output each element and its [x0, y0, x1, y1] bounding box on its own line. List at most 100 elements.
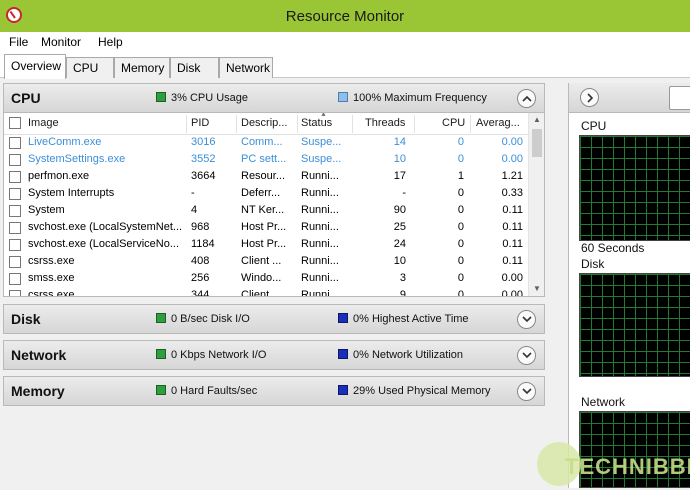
scroll-down-arrow-icon[interactable]: ▼: [533, 284, 541, 293]
cpu-section-header[interactable]: CPU 3% CPU Usage 100% Maximum Frequency: [3, 83, 545, 113]
process-row[interactable]: csrss.exe 344 Client ... Runni... 9 0 0.00: [4, 288, 530, 296]
tab-cpu[interactable]: CPU: [66, 57, 114, 78]
col-cpu[interactable]: CPU: [442, 117, 465, 129]
select-all-checkbox[interactable]: [9, 117, 21, 129]
process-row[interactable]: System Interrupts - Deferr... Runni... - 0 0.3…: [4, 186, 530, 203]
cpu-frequency-text: 100% Maximum Frequency: [353, 92, 487, 104]
graph-pane: CPU 60 Seconds Disk Network: [568, 83, 690, 488]
cell-cpu: 0: [457, 221, 464, 233]
cell-threads: -: [402, 187, 406, 199]
process-checkbox[interactable]: [9, 205, 21, 217]
cell-cpu: 0: [457, 255, 464, 267]
menu-file[interactable]: File: [9, 35, 28, 49]
tab-overview[interactable]: Overview: [4, 54, 66, 79]
col-image[interactable]: Image: [28, 117, 59, 129]
network-utilization-stat: 0% Network Utilization: [338, 349, 463, 361]
memory-section-title: Memory: [11, 383, 65, 399]
physical-memory-text: 29% Used Physical Memory: [353, 385, 491, 397]
network-section-header[interactable]: Network 0 Kbps Network I/O 0% Network Ut…: [3, 340, 545, 370]
disk-active-time-text: 0% Highest Active Time: [353, 313, 469, 325]
col-threads[interactable]: Threads: [365, 117, 405, 129]
cell-cpu: 1: [457, 170, 464, 182]
cell-status: Runni...: [301, 170, 339, 182]
hard-faults-text: 0 Hard Faults/sec: [171, 385, 258, 397]
sort-ascending-icon: ▲: [320, 113, 327, 118]
col-average[interactable]: Averag...: [476, 117, 520, 129]
cell-description: NT Ker...: [241, 204, 285, 216]
process-row[interactable]: System 4 NT Ker... Runni... 90 0 0.11: [4, 203, 530, 220]
cell-image: System Interrupts: [28, 187, 115, 199]
disk-activity-graph: [579, 273, 690, 377]
technibble-watermark-logo: TECHNIBBLE: [535, 440, 690, 490]
tab-network[interactable]: Network: [219, 57, 273, 78]
cell-image: smss.exe: [28, 272, 75, 284]
column-divider[interactable]: [352, 115, 353, 133]
process-row[interactable]: svchost.exe (LocalSystemNet... 968 Host Pr…: [4, 220, 530, 237]
green-indicator-icon: [156, 92, 166, 102]
cell-image: System: [28, 204, 65, 216]
process-row[interactable]: svchost.exe (LocalServiceNo... 1184 Host P…: [4, 237, 530, 254]
col-description[interactable]: Descrip...: [241, 117, 287, 129]
tab-disk[interactable]: Disk: [170, 57, 219, 78]
disk-graph-label: Disk: [581, 257, 605, 271]
blue-indicator-icon: [338, 313, 348, 323]
process-checkbox[interactable]: [9, 273, 21, 285]
process-checkbox[interactable]: [9, 290, 21, 296]
cell-description: Host Pr...: [241, 221, 287, 233]
process-row[interactable]: perfmon.exe 3664 Resour... Runni... 17 1 1.21: [4, 169, 530, 186]
cell-threads: 17: [393, 170, 406, 182]
process-row[interactable]: csrss.exe 408 Client ... Runni... 10 0 0.11: [4, 254, 530, 271]
column-divider[interactable]: [470, 115, 471, 133]
disk-section-header[interactable]: Disk 0 B/sec Disk I/O 0% Highest Active …: [3, 304, 545, 334]
process-row[interactable]: LiveComm.exe 3016 Comm... Suspe... 14 0 0.00: [4, 135, 530, 152]
cpu-table-scrollbar[interactable]: ▲ ▼: [528, 113, 544, 296]
cell-average: 0.33: [501, 187, 523, 199]
process-row[interactable]: SystemSettings.exe 3552 PC sett... Suspe...…: [4, 152, 530, 169]
cpu-usage-text: 3% CPU Usage: [171, 92, 249, 104]
hard-faults-stat: 0 Hard Faults/sec: [156, 385, 257, 397]
memory-expand-chevron-down-icon[interactable]: [517, 382, 536, 401]
network-section-title: Network: [11, 347, 67, 363]
cell-threads: 10: [393, 255, 406, 267]
cpu-collapse-chevron-up-icon[interactable]: [517, 89, 536, 108]
collapse-graph-pane-arrow-icon[interactable]: [580, 88, 599, 107]
overview-left-pane: CPU 3% CPU Usage 100% Maximum Frequency …: [3, 83, 545, 488]
cpu-usage-stat: 3% CPU Usage: [156, 92, 248, 104]
memory-section-header[interactable]: Memory 0 Hard Faults/sec 29% Used Physic…: [3, 376, 545, 406]
process-checkbox[interactable]: [9, 188, 21, 200]
scroll-thumb[interactable]: [532, 129, 542, 157]
column-divider[interactable]: [236, 115, 237, 133]
process-checkbox[interactable]: [9, 137, 21, 149]
cell-threads: 25: [393, 221, 406, 233]
cell-description: Windo...: [241, 272, 282, 284]
cell-pid: 1184: [191, 238, 215, 250]
col-pid[interactable]: PID: [191, 117, 209, 129]
process-checkbox[interactable]: [9, 154, 21, 166]
green-indicator-icon: [156, 313, 166, 323]
column-divider[interactable]: [186, 115, 187, 133]
process-checkbox[interactable]: [9, 256, 21, 268]
cell-average: 0.11: [502, 221, 523, 233]
process-checkbox[interactable]: [9, 222, 21, 234]
disk-expand-chevron-down-icon[interactable]: [517, 310, 536, 329]
scroll-up-arrow-icon[interactable]: ▲: [533, 115, 541, 124]
cpu-section-title: CPU: [11, 90, 41, 106]
cell-average: 0.00: [501, 153, 523, 165]
process-checkbox[interactable]: [9, 171, 21, 183]
process-row[interactable]: smss.exe 256 Windo... Runni... 3 0 0.00: [4, 271, 530, 288]
views-dropdown[interactable]: [669, 86, 690, 110]
menu-help[interactable]: Help: [98, 35, 123, 49]
network-expand-chevron-down-icon[interactable]: [517, 346, 536, 365]
cpu-process-table: Image PID Descrip... Status ▲ Threads CP…: [3, 113, 545, 297]
cell-status: Runni...: [301, 255, 339, 267]
menu-monitor[interactable]: Monitor: [41, 35, 81, 49]
column-divider[interactable]: [297, 115, 298, 133]
cell-threads: 14: [393, 136, 406, 148]
column-divider[interactable]: [414, 115, 415, 133]
process-checkbox[interactable]: [9, 239, 21, 251]
tab-memory[interactable]: Memory: [114, 57, 170, 78]
col-status[interactable]: Status: [301, 117, 332, 129]
disk-section-title: Disk: [11, 311, 41, 327]
cell-average: 0.11: [502, 255, 523, 267]
cell-pid: 4: [191, 204, 198, 216]
